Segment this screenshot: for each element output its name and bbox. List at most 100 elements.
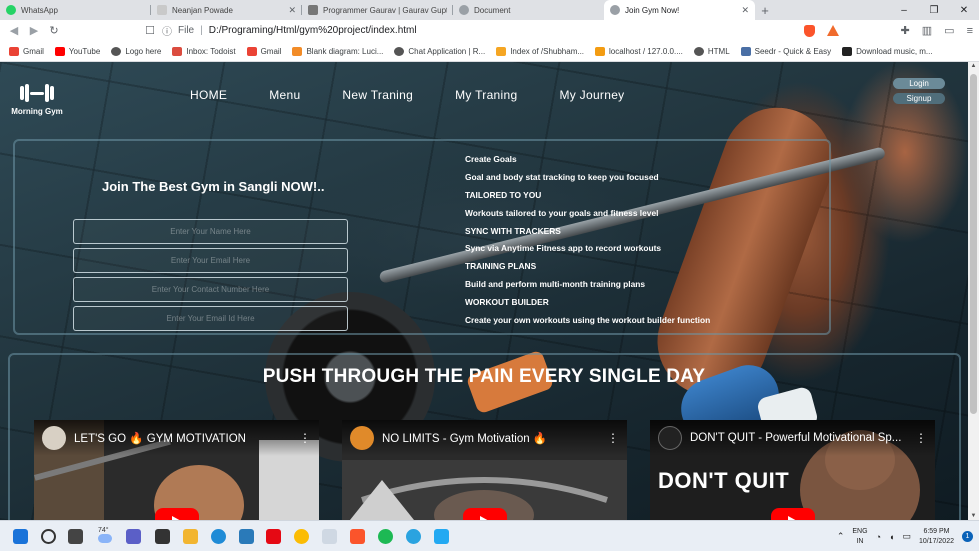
telegram-icon[interactable] <box>406 529 421 544</box>
youtube-play-icon[interactable] <box>462 508 507 520</box>
channel-avatar[interactable] <box>42 426 66 450</box>
bookmark-html[interactable]: HTML <box>693 46 730 56</box>
bookmark-youtube[interactable]: YouTube <box>54 46 100 56</box>
bookmark-todoist[interactable]: Inbox: Todoist <box>172 46 236 56</box>
language-indicator[interactable]: ENG IN <box>852 527 867 547</box>
bookmark-gmail-2[interactable]: Gmail <box>246 46 281 56</box>
nav-new-training[interactable]: New Traning <box>342 88 413 102</box>
close-tab-icon[interactable]: ✕ <box>288 5 296 16</box>
chat-icon[interactable] <box>126 529 141 544</box>
page-scrollbar[interactable]: ▲ ▼ <box>968 62 979 520</box>
chevron-up-icon[interactable]: ⌃ <box>837 531 845 542</box>
store-icon[interactable] <box>239 529 254 544</box>
email-id-field[interactable] <box>73 306 348 331</box>
chrome-icon[interactable] <box>294 529 309 544</box>
video-embed-3[interactable]: DON'T QUIT - Powerful Motivational Sp...… <box>650 420 935 520</box>
spotify-icon[interactable] <box>378 529 393 544</box>
video-embed-2[interactable]: NO LIMITS - Gym Motivation 🔥 ⋮ <box>342 420 627 520</box>
nav-menu[interactable]: Menu <box>269 88 300 102</box>
whatsapp-icon <box>6 5 16 15</box>
video-title[interactable]: LET'S GO 🔥 GYM MOTIVATION <box>74 431 291 445</box>
bookmark-seedr[interactable]: Seedr - Quick & Easy <box>740 46 831 56</box>
netflix-icon[interactable] <box>266 529 281 544</box>
bookmark-star-icon[interactable]: ☐ <box>140 24 160 37</box>
video-title[interactable]: DON'T QUIT - Powerful Motivational Sp... <box>690 432 907 444</box>
brave-rewards-icon[interactable] <box>826 25 839 36</box>
feature-item: Build and perform multi-month training p… <box>465 279 646 290</box>
reload-icon[interactable]: ↻ <box>44 24 64 37</box>
bookmark-chat-application[interactable]: Chat Application | R... <box>394 46 485 56</box>
scrollbar-thumb[interactable] <box>970 74 977 414</box>
bookmark-download-music[interactable]: Download music, m... <box>842 46 933 56</box>
close-tab-icon[interactable]: ✕ <box>741 5 749 16</box>
sidebar-icon[interactable]: ▥ <box>922 24 932 37</box>
task-view-icon[interactable] <box>68 529 83 544</box>
email-field[interactable] <box>73 248 348 273</box>
scroll-up-icon[interactable]: ▲ <box>968 63 979 69</box>
signup-button[interactable]: Signup <box>893 93 945 104</box>
bookmark-lucidchart[interactable]: Blank diagram: Luci... <box>292 46 383 56</box>
minimize-button[interactable]: – <box>889 0 919 20</box>
youtube-play-icon[interactable] <box>154 508 199 520</box>
windows-start-icon[interactable] <box>13 529 28 544</box>
maximize-button[interactable]: ❐ <box>919 0 949 20</box>
bookmarks-bar: Gmail YouTube Logo here Inbox: Todoist G… <box>0 41 979 62</box>
youtube-play-icon[interactable] <box>770 508 815 520</box>
new-tab-button[interactable]: + <box>755 0 775 20</box>
weather-temp[interactable]: 74° <box>98 527 109 534</box>
notification-badge[interactable]: 1 <box>962 531 973 542</box>
feature-item: WORKOUT BUILDER <box>465 297 549 308</box>
wallet-icon[interactable]: ▭ <box>944 24 954 37</box>
nav-home[interactable]: HOME <box>190 88 227 102</box>
page-icon <box>157 5 167 15</box>
tab-strip: WhatsApp Neanjan Powade ✕ Programmer Gau… <box>0 0 979 20</box>
search-icon[interactable] <box>41 529 56 544</box>
bookmark-index-of[interactable]: Index of /Shubham... <box>496 46 584 56</box>
nav-my-training[interactable]: My Traning <box>455 88 517 102</box>
more-options-icon[interactable]: ⋮ <box>915 431 927 445</box>
brave-shield-icon[interactable] <box>803 24 815 37</box>
battery-icon[interactable]: ▭ <box>902 531 911 542</box>
menu-icon[interactable]: ≡ <box>967 25 973 37</box>
nav-my-journey[interactable]: My Journey <box>559 88 624 102</box>
site-logo[interactable]: Morning Gym <box>11 84 63 116</box>
brave-icon[interactable] <box>350 529 365 544</box>
clock[interactable]: 6:59 PM 10/17/2022 <box>919 527 954 547</box>
weather-icon[interactable] <box>98 534 112 543</box>
scroll-down-icon[interactable]: ▼ <box>968 513 979 519</box>
tab-whatsapp[interactable]: WhatsApp <box>0 0 151 20</box>
extensions-icon[interactable]: ✚ <box>901 24 910 37</box>
bookmark-logo-here[interactable]: Logo here <box>111 46 161 56</box>
more-options-icon[interactable]: ⋮ <box>607 431 619 445</box>
back-icon[interactable]: ◀ <box>4 24 24 37</box>
forward-icon[interactable]: ▶ <box>24 24 44 37</box>
contact-number-field[interactable] <box>73 277 348 302</box>
bookmark-gmail[interactable]: Gmail <box>9 46 44 56</box>
brand-name: Morning Gym <box>11 107 63 116</box>
video-title[interactable]: NO LIMITS - Gym Motivation 🔥 <box>382 431 599 445</box>
auth-buttons: Login Signup <box>893 78 945 104</box>
tab-programmer-gaurav[interactable]: Programmer Gaurav | Gaurav Gupta | <box>302 0 453 20</box>
tab-neanjan[interactable]: Neanjan Powade ✕ <box>151 0 302 20</box>
tab-join-gym[interactable]: Join Gym Now! ✕ <box>604 0 755 20</box>
channel-avatar[interactable] <box>350 426 374 450</box>
info-icon[interactable]: ⓘ <box>162 23 172 38</box>
app-icon[interactable] <box>155 529 170 544</box>
login-button[interactable]: Login <box>893 78 945 89</box>
channel-avatar[interactable] <box>658 426 682 450</box>
join-title: Join The Best Gym in Sangli NOW!.. <box>102 179 325 194</box>
volume-icon[interactable]: ◖ <box>889 532 894 542</box>
tab-document[interactable]: Document <box>453 0 604 20</box>
wifi-icon[interactable]: ◔ <box>876 532 881 542</box>
edge-icon[interactable] <box>211 529 226 544</box>
address-bar[interactable]: ⓘ File | D:/Programing/Html/gym%20projec… <box>162 21 762 40</box>
vscode-icon[interactable] <box>434 529 449 544</box>
file-explorer-icon[interactable] <box>183 529 198 544</box>
name-field[interactable] <box>73 219 348 244</box>
close-window-button[interactable]: ✕ <box>949 0 979 20</box>
bookmark-localhost[interactable]: localhost / 127.0.0.... <box>595 46 683 56</box>
feature-item: SYNC WITH TRACKERS <box>465 225 561 236</box>
video-embed-1[interactable]: LET'S GO 🔥 GYM MOTIVATION ⋮ <box>34 420 319 520</box>
more-options-icon[interactable]: ⋮ <box>299 431 311 445</box>
photos-icon[interactable] <box>322 529 337 544</box>
